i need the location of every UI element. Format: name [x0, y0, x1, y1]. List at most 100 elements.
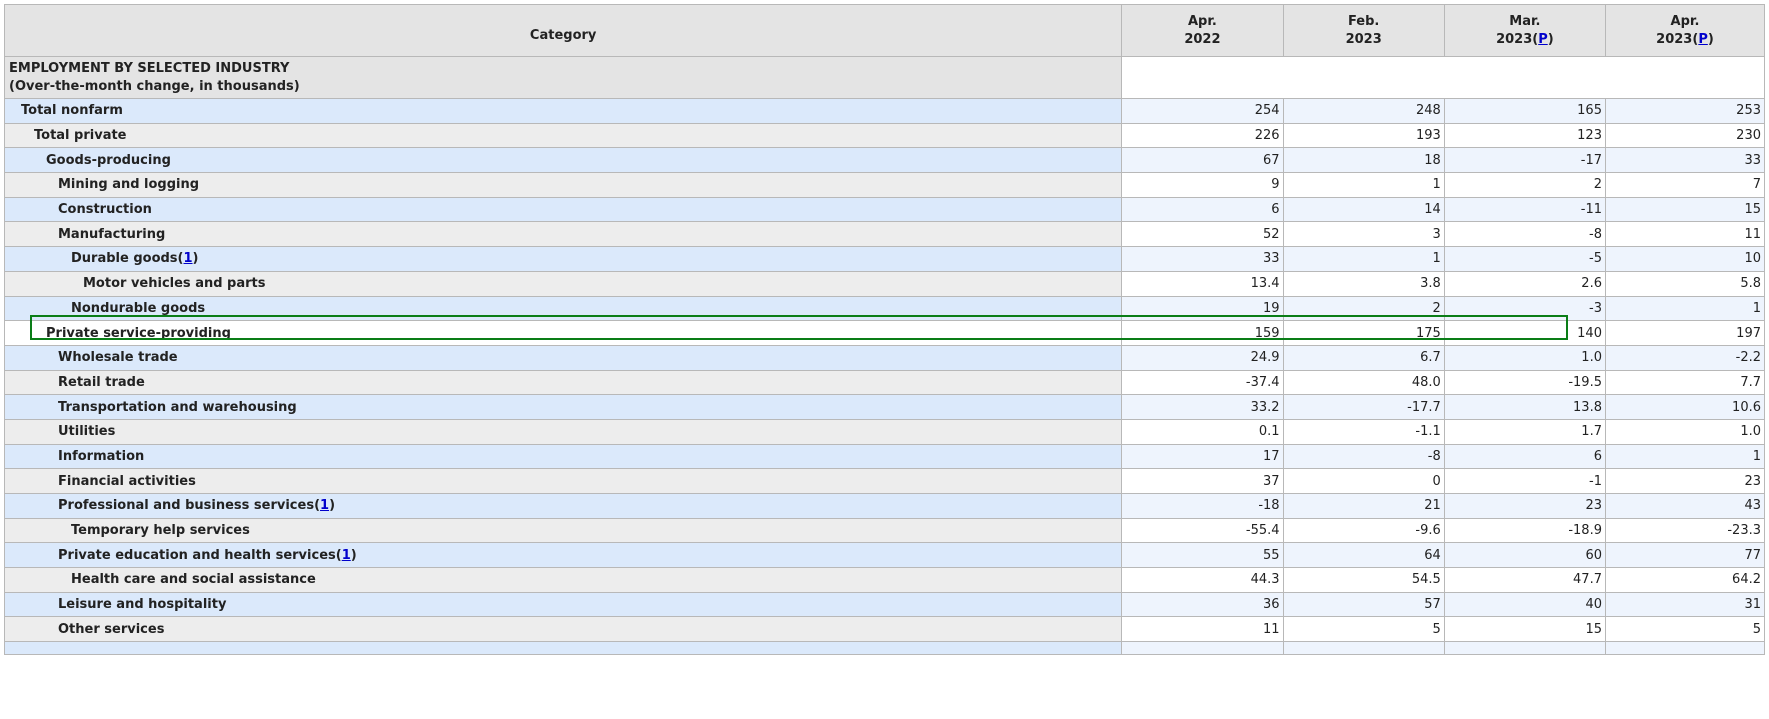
value-cell: 159 — [1121, 320, 1284, 346]
value-cell: 1 — [1604, 443, 1766, 470]
column-header-line2: 2023 — [1345, 31, 1382, 47]
header-row: Category Apr. 2022 Feb. 2023 Mar. 2023(P… — [3, 4, 1766, 57]
value-cell: 2 — [1443, 172, 1606, 198]
row-label: Financial activities — [58, 473, 196, 489]
value-cell: 37 — [1121, 468, 1284, 494]
value-cell: 21 — [1282, 493, 1445, 519]
column-header-mar-2023: Mar. 2023(P) — [1443, 4, 1606, 57]
row-label-cell: Private education and health services(1) — [3, 542, 1123, 569]
value-cell: 10 — [1604, 246, 1766, 272]
value-cell: 5.8 — [1604, 270, 1766, 297]
value-cell: 11 — [1121, 616, 1284, 643]
footnote-link[interactable]: 1 — [184, 251, 193, 266]
value-cell: -18 — [1121, 493, 1284, 519]
value-cell: 10.6 — [1604, 394, 1766, 420]
row-label-cell: Utilities — [3, 418, 1123, 445]
data-table-container: Category Apr. 2022 Feb. 2023 Mar. 2023(P… — [3, 4, 1766, 656]
table-row: Transportation and warehousing 33.2 -17.7 1… — [3, 394, 1766, 420]
table-row: Retail trade -37.4 48.0 -19.5 7.7 — [3, 369, 1766, 396]
section-header-row: EMPLOYMENT BY SELECTED INDUSTRY (Over-th… — [3, 56, 1765, 99]
value-cell: 7 — [1604, 172, 1766, 198]
value-cell: 9 — [1121, 172, 1284, 198]
column-header-apr-2022: Apr. 2022 — [1121, 4, 1284, 57]
value-cell: 3.8 — [1282, 270, 1445, 297]
row-label: Total private — [34, 128, 127, 144]
row-label: Mining and logging — [58, 177, 200, 193]
footnote-link[interactable]: 1 — [342, 548, 351, 563]
value-cell: 3 — [1282, 221, 1445, 248]
column-header-apr-2023: Apr. 2023(P) — [1604, 4, 1766, 57]
table-row: Utilities 0.1 -1.1 1.7 1.0 — [3, 418, 1766, 445]
value-cell: 64.2 — [1604, 567, 1766, 593]
row-label: Other services — [58, 621, 165, 637]
row-label-cell: Durable goods(1) — [3, 246, 1123, 272]
row-label-cell: Leisure and hospitality — [3, 591, 1123, 618]
row-label-cell: Manufacturing — [3, 221, 1123, 248]
row-label-cell: Wholesale trade — [3, 344, 1123, 371]
value-cell: 55 — [1121, 542, 1284, 569]
value-cell: 60 — [1443, 542, 1606, 569]
value-cell: 13.8 — [1443, 394, 1606, 420]
section-subtitle: (Over-the-month change, in thousands) — [9, 78, 300, 94]
column-header-feb-2023: Feb. 2023 — [1282, 4, 1445, 57]
value-cell: 1 — [1604, 295, 1766, 322]
value-cell: 57 — [1282, 591, 1445, 618]
section-header: EMPLOYMENT BY SELECTED INDUSTRY (Over-th… — [3, 56, 1123, 99]
value-cell: -1 — [1443, 468, 1606, 494]
value-cell: 23 — [1443, 493, 1606, 519]
value-cell: 2.6 — [1443, 270, 1606, 297]
row-label: Transportation and warehousing — [58, 399, 297, 415]
row-label-cell: Motor vehicles and parts — [3, 270, 1123, 297]
value-cell: 36 — [1121, 591, 1284, 618]
row-label-cell: Goods-producing — [3, 147, 1123, 174]
value-cell: -1.1 — [1282, 418, 1445, 445]
value-cell: -9.6 — [1282, 517, 1445, 544]
preliminary-footnote-link[interactable]: P — [1698, 32, 1708, 47]
row-label-cell: Mining and logging — [3, 172, 1123, 198]
row-label-cell: Retail trade — [3, 369, 1123, 396]
empty-cell — [1282, 641, 1445, 656]
table-row: Private service-providing 159 175 140 197 — [3, 320, 1766, 346]
value-cell: -8 — [1282, 443, 1445, 470]
value-cell: 253 — [1604, 98, 1766, 124]
value-cell: 13.4 — [1121, 270, 1284, 297]
row-label: Total nonfarm — [21, 103, 123, 119]
value-cell: 1.0 — [1604, 418, 1766, 445]
value-cell: 6.7 — [1282, 344, 1445, 371]
footnote-link[interactable]: 1 — [320, 498, 329, 513]
row-label: Leisure and hospitality — [58, 597, 227, 613]
preliminary-footnote-link[interactable]: P — [1538, 32, 1548, 47]
value-cell: 123 — [1443, 122, 1606, 149]
value-cell: 44.3 — [1121, 567, 1284, 593]
row-label: Motor vehicles and parts — [83, 276, 266, 292]
value-cell: -37.4 — [1121, 369, 1284, 396]
table-row: Leisure and hospitality 36 57 40 31 — [3, 591, 1766, 618]
value-cell: 5 — [1282, 616, 1445, 643]
section-blank-cell — [1121, 56, 1765, 99]
value-cell: 0.1 — [1121, 418, 1284, 445]
value-cell: 67 — [1121, 147, 1284, 174]
value-cell: 24.9 — [1121, 344, 1284, 371]
value-cell: 2 — [1282, 295, 1445, 322]
table-body: EMPLOYMENT BY SELECTED INDUSTRY (Over-th… — [3, 56, 1766, 656]
value-cell: -23.3 — [1604, 517, 1766, 544]
row-label: Durable goods — [71, 251, 178, 267]
value-cell: -17.7 — [1282, 394, 1445, 420]
value-cell: 1.7 — [1443, 418, 1606, 445]
category-column-header: Category — [3, 4, 1123, 57]
table-row: Total nonfarm 254 248 165 253 — [3, 98, 1766, 124]
row-label-cell: Construction — [3, 196, 1123, 223]
column-header-line2: 2023 — [1496, 31, 1533, 47]
value-cell: 165 — [1443, 98, 1606, 124]
value-cell: -3 — [1443, 295, 1606, 322]
value-cell: 54.5 — [1282, 567, 1445, 593]
value-cell: 40 — [1443, 591, 1606, 618]
row-label: Temporary help services — [71, 523, 250, 539]
column-header-line1: Mar. — [1509, 13, 1541, 29]
row-label: Professional and business services — [58, 498, 315, 514]
value-cell: -17 — [1443, 147, 1606, 174]
value-cell: -19.5 — [1443, 369, 1606, 396]
row-label: Nondurable goods — [71, 300, 206, 316]
table-row: Motor vehicles and parts 13.4 3.8 2.6 5.8 — [3, 270, 1766, 297]
value-cell: 6 — [1121, 196, 1284, 223]
